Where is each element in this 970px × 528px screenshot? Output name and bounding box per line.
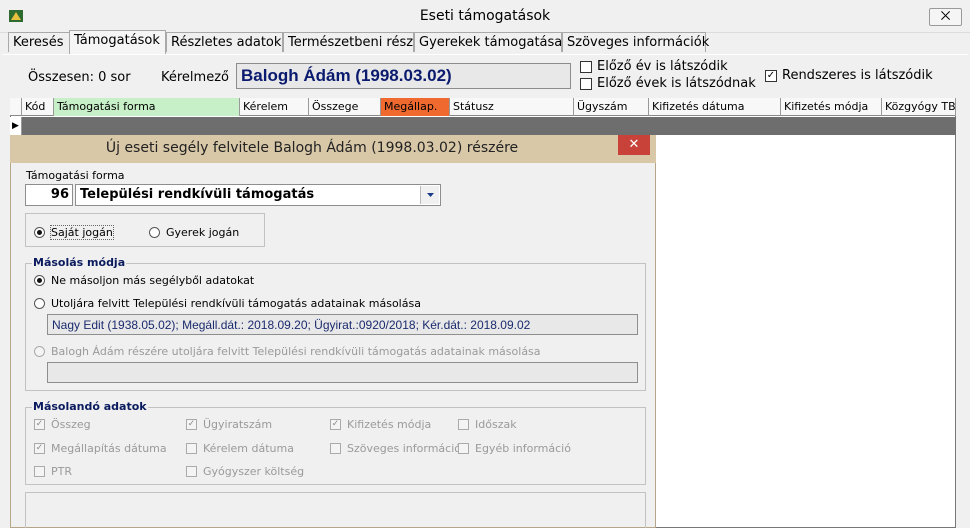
copy-period-label: Időszak <box>475 418 517 431</box>
copy-own-label: Balogh Ádám részére utoljára felvitt Tel… <box>51 345 541 358</box>
copy-payment-method-label: Kifizetés módja <box>347 418 432 431</box>
copy-medicine-cost-checkbox[interactable] <box>186 466 197 477</box>
copy-case-number-label: Ügyiratszám <box>203 418 273 431</box>
regular-label: Rendszeres is látszódik <box>782 68 933 83</box>
prev-years-checkbox[interactable] <box>580 78 592 90</box>
own-right-radio[interactable] <box>34 227 45 238</box>
form-select[interactable]: Települési rendkívüli támogatás <box>75 184 441 206</box>
window-title: Eseti támogatások <box>419 8 551 24</box>
total-count: Összesen: 0 sor <box>28 70 131 85</box>
col-tamogatasi-forma[interactable]: Támogatási forma <box>54 98 240 116</box>
tab-kereses[interactable]: Keresés <box>8 32 70 52</box>
copy-none-label: Ne másoljon más segélyből adatokat <box>51 274 255 287</box>
regular-checkbox[interactable]: ✓ <box>765 70 777 82</box>
grid-row[interactable] <box>10 117 956 135</box>
dialog-close-button[interactable]: ✕ <box>618 135 650 155</box>
copy-other-info-checkbox[interactable] <box>458 443 469 454</box>
copy-request-date-label: Kérelem dátuma <box>203 442 294 455</box>
child-right-radio[interactable] <box>149 227 160 238</box>
col-kifizetes-modja[interactable]: Kifizetés módja <box>781 98 882 116</box>
copy-payment-method-checkbox[interactable]: ✓ <box>330 419 341 430</box>
tab-gyerekek-tamogatasai[interactable]: Gyerekek támogatásai <box>414 32 566 52</box>
applicant-name: Balogh Ádám (1998.03.02) <box>236 63 571 89</box>
copy-medicine-cost-label: Gyógyszer költség <box>203 465 305 478</box>
tab-reszletes-adatok[interactable]: Részletes adatok <box>166 32 283 52</box>
dropdown-button[interactable] <box>420 186 439 204</box>
own-right-label: Saját jogán <box>50 225 114 240</box>
col-kod[interactable]: Kód <box>22 98 54 116</box>
col-ugyszam[interactable]: Ügyszám <box>574 98 649 116</box>
copy-case-number-checkbox[interactable]: ✓ <box>186 419 197 430</box>
copy-none-radio[interactable] <box>34 275 45 286</box>
copy-ptr-label: PTR <box>51 465 72 478</box>
row-indicator-icon: ▶ <box>10 117 22 135</box>
copy-own-radio[interactable] <box>34 346 45 357</box>
col-megallap[interactable]: Megállap. <box>381 98 450 116</box>
copy-amount-label: Összeg <box>51 418 91 431</box>
copy-data-legend: Másolandó adatok <box>32 400 148 413</box>
copy-text-info-label: Szöveges információk <box>347 442 468 455</box>
dialog-title: Új eseti segély felvitele Balogh Ádám (1… <box>105 140 519 156</box>
copy-text-info-checkbox[interactable] <box>330 443 341 454</box>
tab-bar: Keresés Támogatások Részletes adatok Ter… <box>0 30 970 54</box>
prev-year-label: Előző év is látszódik <box>597 59 728 74</box>
tab-tamogatasok[interactable]: Támogatások <box>69 30 166 54</box>
copy-period-checkbox[interactable] <box>458 419 469 430</box>
child-right-label: Gyerek jogán <box>166 226 240 239</box>
copy-last-label: Utoljára felvitt Települési rendkívüli t… <box>51 297 421 310</box>
copy-amount-checkbox[interactable]: ✓ <box>34 419 45 430</box>
copy-last-value: Nagy Edit (1938.05.02); Megáll.dát.: 201… <box>47 314 638 335</box>
chevron-down-icon <box>427 193 434 197</box>
col-kifizetes-datuma[interactable]: Kifizetés dátuma <box>649 98 781 116</box>
form-code-input[interactable]: 96 <box>25 184 73 206</box>
copy-mode-legend: Másolás módja <box>32 256 127 269</box>
tab-termeszetbeni-resz[interactable]: Természetbeni rész <box>283 32 414 52</box>
prev-year-checkbox[interactable] <box>580 61 592 73</box>
copy-decision-date-checkbox[interactable]: ✓ <box>34 443 45 454</box>
copy-last-radio[interactable] <box>34 298 45 309</box>
grid-header: Kód Támogatási forma Kérelem Összege Meg… <box>10 98 956 116</box>
copy-own-value <box>47 362 638 383</box>
col-osszege[interactable]: Összege <box>309 98 381 116</box>
tab-szoveges-informaciok[interactable]: Szöveges információk <box>562 32 709 52</box>
col-statusz[interactable]: Státusz <box>450 98 574 116</box>
copy-request-date-checkbox[interactable] <box>186 443 197 454</box>
copy-decision-date-label: Megállapítás dátuma <box>51 442 167 455</box>
form-select-value: Települési rendkívüli támogatás <box>80 187 315 202</box>
copy-ptr-checkbox[interactable] <box>34 466 45 477</box>
window-close-button[interactable]: ⨉ <box>929 8 962 26</box>
form-label: Támogatási forma <box>26 169 125 182</box>
copy-other-info-label: Egyéb információ <box>475 442 571 455</box>
col-kerelem[interactable]: Kérelem <box>240 98 309 116</box>
bottom-panel <box>25 492 646 528</box>
prev-years-label: Előző évek is látszódnak <box>597 76 756 91</box>
applicant-label: Kérelmező <box>161 70 229 85</box>
col-kozgyogy-tb[interactable]: Közgyógy TB <box>882 98 956 116</box>
